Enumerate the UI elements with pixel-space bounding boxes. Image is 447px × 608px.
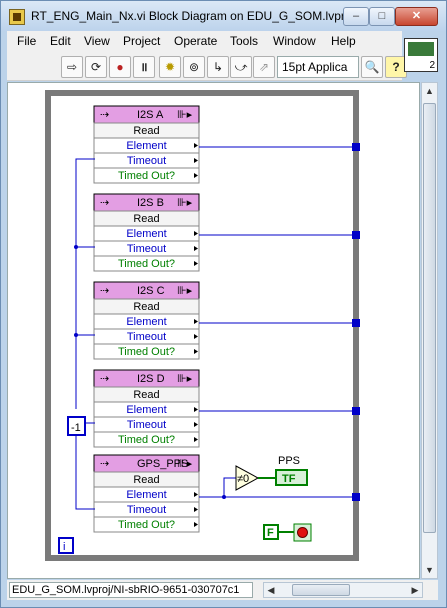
status-bar: EDU_G_SOM.lvproj/NI-sbRIO-9651-030707c1 … — [7, 580, 438, 600]
menu-project[interactable]: Project — [123, 34, 160, 48]
tunnel-i2s-a[interactable] — [352, 143, 360, 151]
title-bar[interactable]: RT_ENG_Main_Nx.vi Block Diagram on EDU_G… — [1, 1, 446, 31]
fifo-node-row-label: Read — [133, 389, 159, 401]
fifo-node-row-label: Read — [133, 474, 159, 486]
menu-view[interactable]: View — [84, 34, 110, 48]
search-icon[interactable]: 🔍 — [361, 56, 383, 78]
menu-window[interactable]: Window — [273, 34, 316, 48]
fifo-node-row-label: Timed Out? — [118, 170, 175, 182]
horizontal-scrollbar[interactable]: ◀ ▶ — [263, 582, 423, 598]
minus-one-constant-label: -1 — [71, 422, 81, 434]
fifo-arrow-icon: ⇢ — [100, 458, 109, 470]
fifo-arrow-icon: ⇢ — [100, 109, 109, 121]
stop-icon — [297, 527, 308, 538]
window-title: RT_ENG_Main_Nx.vi Block Diagram on EDU_G… — [31, 9, 355, 23]
run-continuous-icon[interactable]: ⟳ — [85, 56, 107, 78]
labview-window: RT_ENG_Main_Nx.vi Block Diagram on EDU_G… — [0, 0, 447, 608]
step-into-icon[interactable]: ↳ — [207, 56, 229, 78]
fifo-arrow-icon: ⇢ — [100, 373, 109, 385]
fifo-node-row-label: Read — [133, 125, 159, 137]
vertical-scrollbar[interactable]: ▲ ▼ — [421, 82, 438, 579]
tunnel-i2s-b[interactable] — [352, 231, 360, 239]
tunnel-gps-pps[interactable] — [352, 493, 360, 501]
fifo-node-title: I2S C — [137, 285, 165, 297]
tunnel-i2s-c[interactable] — [352, 319, 360, 327]
fifo-read-node-gps-pps[interactable]: ⇢ GPS_PPS⊪▸ReadElementTimeoutTimed Out? — [93, 454, 200, 533]
fifo-node-row-label: Timed Out? — [118, 519, 175, 531]
menu-tools[interactable]: Tools — [230, 34, 258, 48]
block-diagram: ⇢ I2S A ⊪▸ Read Element Timeout Timed Out? ⇢ I2S… — [45, 90, 360, 561]
font-select[interactable]: 15pt Applica — [277, 56, 359, 78]
fifo-node-row-label: Element — [126, 316, 166, 328]
labview-app-icon — [9, 9, 25, 25]
fifo-node-row-label: Element — [126, 404, 166, 416]
timeout-wires — [74, 158, 95, 510]
not-equal-zero-label: ≠0 — [237, 473, 249, 485]
fifo-glyph-icon: ⊪▸ — [177, 285, 193, 297]
step-over-icon[interactable]: ⤻ — [230, 56, 252, 78]
menu-edit[interactable]: Edit — [50, 34, 71, 48]
fifo-glyph-icon: ⊪▸ — [177, 109, 193, 121]
scroll-left-icon[interactable]: ◀ — [264, 582, 278, 598]
pps-indicator-tf: TF — [282, 473, 296, 485]
tunnel-i2s-d[interactable] — [352, 407, 360, 415]
menu-operate[interactable]: Operate — [174, 34, 217, 48]
fifo-read-node-i2s-a[interactable]: ⇢ I2S A ⊪▸ Read Element Timeout Timed Out? — [93, 105, 200, 184]
scroll-up-icon[interactable]: ▲ — [422, 83, 437, 99]
toolbar: ⇨ ⟳ ● ॥ ✹ ⊚ ↳ ⤻ ⇗ 15pt Applica 🔍 ? — [7, 52, 407, 81]
fifo-read-node-i2s-d[interactable]: ⇢ I2S D ⊪▸ Read Element Timeout Timed Out? — [93, 369, 200, 448]
loop-iteration-terminal[interactable] — [58, 537, 74, 554]
loop-iteration-label: i — [63, 541, 65, 553]
fifo-arrow-icon: ⇢ — [100, 285, 109, 297]
fifo-node-title: I2S D — [137, 373, 165, 385]
menu-help[interactable]: Help — [331, 34, 356, 48]
vi-icon-graphic — [408, 42, 434, 56]
fifo-node-row-label: Timeout — [127, 331, 166, 343]
fifo-read-node-i2s-b[interactable]: ⇢ I2S B ⊪▸ Read Element Timeout Timed Out? — [93, 193, 200, 272]
fifo-node-row-label: Timeout — [127, 155, 166, 167]
fifo-glyph-icon: ⊪▸ — [177, 458, 193, 470]
close-button[interactable]: ✕ — [395, 7, 438, 26]
fifo-arrow-icon: ⇢ — [100, 197, 109, 209]
scroll-right-icon[interactable]: ▶ — [408, 582, 422, 598]
abort-icon[interactable]: ● — [109, 56, 131, 78]
fifo-node-row-label: Timed Out? — [118, 258, 175, 270]
fifo-node-row-label: Timed Out? — [118, 346, 175, 358]
horizontal-scroll-thumb[interactable] — [292, 584, 350, 596]
block-diagram-canvas[interactable]: ⇢ I2S A ⊪▸ Read Element Timeout Timed Out? ⇢ I2S… — [7, 82, 420, 579]
fifo-node-row-label: Timeout — [127, 243, 166, 255]
fifo-node-title: I2S A — [137, 109, 164, 121]
scroll-down-icon[interactable]: ▼ — [422, 562, 437, 578]
fifo-node-title: I2S B — [137, 197, 164, 209]
maximize-button[interactable]: □ — [369, 7, 395, 26]
fifo-glyph-icon: ⊪▸ — [177, 373, 193, 385]
run-arrow-icon[interactable]: ⇨ — [61, 56, 83, 78]
retain-wire-icon[interactable]: ⊚ — [183, 56, 205, 78]
project-context-path: EDU_G_SOM.lvproj/NI-sbRIO-9651-030707c1 — [9, 582, 253, 598]
fifo-node-row-label: Timeout — [127, 419, 166, 431]
vi-icon-number: 2 — [429, 60, 435, 71]
fifo-node-row-label: Timed Out? — [118, 434, 175, 446]
fifo-node-row-label: Timeout — [127, 504, 166, 516]
fifo-read-node-i2s-c[interactable]: ⇢ I2S C ⊪▸ Read Element Timeout Timed Out? — [93, 281, 200, 360]
fifo-glyph-icon: ⊪▸ — [177, 197, 193, 209]
element-wires — [199, 146, 356, 499]
highlight-bulb-icon[interactable]: ✹ — [159, 56, 181, 78]
vi-icon[interactable]: 2 — [404, 38, 438, 72]
pause-icon[interactable]: ॥ — [133, 56, 155, 78]
fifo-node-row-label: Read — [133, 301, 159, 313]
vertical-scroll-thumb[interactable] — [423, 103, 436, 533]
pps-indicator-label: PPS — [278, 455, 300, 467]
fifo-node-row-label: Read — [133, 213, 159, 225]
fifo-node-row-label: Element — [126, 228, 166, 240]
minimize-button[interactable]: – — [343, 7, 369, 26]
fifo-node-row-label: Element — [126, 140, 166, 152]
false-constant-label: F — [267, 527, 274, 539]
menu-bar: File Edit View Project Operate Tools Win… — [7, 31, 402, 52]
fifo-node-row-label: Element — [126, 489, 166, 501]
step-out-icon[interactable]: ⇗ — [253, 56, 275, 78]
menu-file[interactable]: File — [17, 34, 36, 48]
